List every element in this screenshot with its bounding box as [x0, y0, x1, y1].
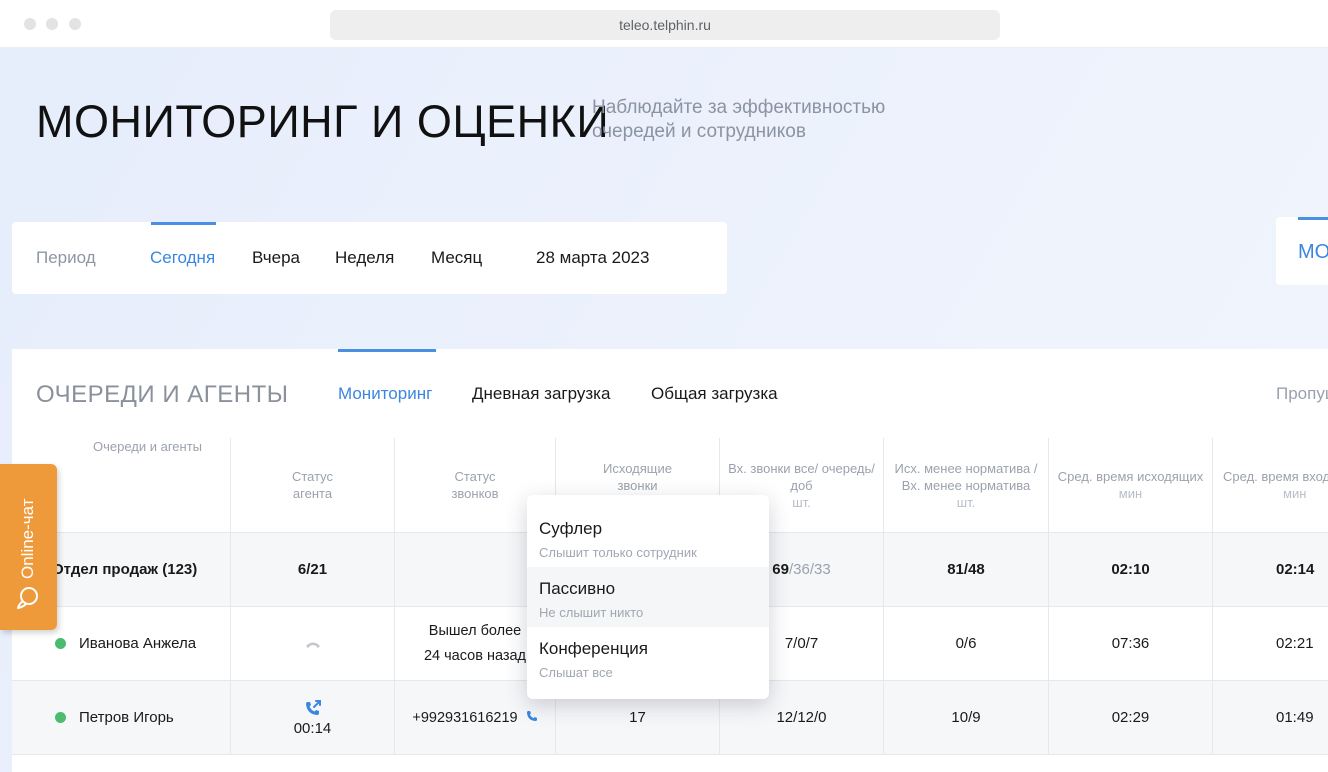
group-avg-out-cell: 02:10 [1049, 533, 1213, 607]
section-title: ОЧЕРЕДИ И АГЕНТЫ [36, 381, 289, 408]
table-row-agent-name[interactable]: Петров Игорь [12, 681, 231, 755]
option-description: Слышит только сотрудник [539, 545, 697, 560]
period-option-month[interactable]: Месяц [431, 248, 482, 268]
avg-in-value: 02:21 [1276, 635, 1314, 652]
active-tab-indicator [338, 349, 436, 352]
agent-status-cell [231, 607, 395, 681]
avg-in-value: 01:49 [1276, 709, 1314, 726]
period-option-today[interactable]: Сегодня [150, 248, 215, 268]
header-cell[interactable]: Исх. менее норматива / Вх. менее нормати… [884, 438, 1049, 533]
header-unit: мин [1283, 486, 1307, 501]
page-title: МОНИТОРИНГ И ОЦЕНКИ [36, 96, 610, 147]
online-status-dot [55, 638, 66, 649]
header-cell[interactable]: Сред. время вход мин [1213, 438, 1328, 533]
header-cell[interactable]: Сред. время исходящих мин [1049, 438, 1213, 533]
call-status-line: Вышел более [428, 622, 522, 639]
header-cell[interactable]: Статус агента [231, 438, 395, 533]
phone-small-icon[interactable] [526, 710, 538, 726]
call-duration: 00:14 [293, 720, 332, 737]
address-bar[interactable]: teleo.telphin.ru [330, 10, 1000, 40]
listen-mode-option-passive[interactable]: Пассивно Не слышит никто [527, 567, 769, 627]
subtitle-line: очередей и сотрудников [592, 121, 806, 142]
phone-outgoing-icon [303, 698, 323, 720]
header-label: Исходящие звонки [603, 461, 672, 493]
agent-status-cell: 00:14 [231, 681, 395, 755]
group-incoming-rest: /36/33 [788, 561, 831, 578]
period-date-picker[interactable]: 28 марта 2023 [536, 248, 649, 268]
tab-daily-load[interactable]: Дневная загрузка [472, 384, 610, 404]
avg-out-cell: 07:36 [1049, 607, 1213, 681]
below-norm-value: 10/9 [951, 709, 981, 726]
avg-in-cell: 02:21 [1213, 607, 1328, 681]
option-title: Суфлер [539, 519, 603, 538]
header-label: Сред. время вход [1223, 469, 1328, 484]
header-label: Статус агента [291, 469, 334, 501]
online-status-dot [55, 712, 66, 723]
incoming-value: 12/12/0 [776, 709, 827, 726]
listen-mode-option-conference[interactable]: Конференция Слышат все [527, 627, 769, 687]
header-unit: шт. [792, 494, 811, 510]
listen-mode-dropdown: Суфлер Слышит только сотрудник Пассивно … [527, 495, 769, 699]
period-selector: Период Сегодня Вчера Неделя Месяц 28 мар… [12, 222, 727, 294]
window-close-dot[interactable] [24, 18, 36, 30]
tab-monitoring[interactable]: Мониторинг [338, 384, 432, 404]
tab-total-load[interactable]: Общая загрузка [651, 384, 778, 404]
group-agent-status-cell: 6/21 [231, 533, 395, 607]
call-status-line: 24 часов назад [423, 647, 527, 664]
listen-mode-option-prompter[interactable]: Суфлер Слышит только сотрудник [527, 507, 769, 567]
avg-out-cell: 02:29 [1049, 681, 1213, 755]
window-minimize-dot[interactable] [46, 18, 58, 30]
below-norm-cell: 10/9 [884, 681, 1049, 755]
agent-name: Иванова Анжела [79, 635, 197, 652]
agent-name: Петров Игорь [79, 709, 174, 726]
missed-calls-link[interactable]: Пропущ [1276, 384, 1328, 404]
avg-out-value: 07:36 [1111, 635, 1150, 652]
header-label: Очереди и агенты [92, 439, 202, 454]
group-below-norm-cell: 81/48 [884, 533, 1049, 607]
caller-number: +992931616219 [412, 709, 518, 726]
group-name: Отдел продаж (123) [52, 561, 198, 578]
header-unit: мин [1118, 486, 1143, 501]
online-chat-label: Online-чат [18, 498, 37, 580]
below-norm-cell: 0/6 [884, 607, 1049, 681]
period-label: Период [36, 248, 96, 267]
period-option-yesterday[interactable]: Вчера [252, 248, 300, 268]
page-subtitle: Наблюдайте за эффективностью очередей и … [592, 96, 932, 144]
header-label: Вх. звонки все/ очередь/ доб [728, 460, 875, 493]
option-description: Слышат все [539, 665, 613, 680]
group-incoming-total: 69 [772, 561, 789, 578]
header-unit: шт. [956, 494, 976, 510]
group-agent-status: 6/21 [297, 561, 328, 578]
right-tab-card[interactable]: МО [1276, 217, 1328, 285]
group-avg-in-cell: 02:14 [1213, 533, 1328, 607]
option-description: Не слышит никто [539, 605, 644, 620]
window-maximize-dot[interactable] [69, 18, 81, 30]
active-period-indicator [151, 222, 216, 225]
group-below-norm: 81/48 [947, 561, 985, 578]
online-chat-button[interactable]: Online-чат [0, 464, 57, 630]
header-label: Исх. менее норматива / Вх. менее нормати… [894, 460, 1038, 493]
option-title: Конференция [539, 639, 648, 658]
group-avg-in: 02:14 [1276, 561, 1315, 578]
header-label: Статус звонков [451, 469, 499, 501]
avg-out-value: 02:29 [1111, 709, 1150, 726]
right-tab-label: МО [1298, 241, 1328, 263]
right-tab-indicator [1298, 217, 1328, 220]
period-option-week[interactable]: Неделя [335, 248, 394, 268]
outgoing-value: 17 [629, 709, 646, 726]
subtitle-line: Наблюдайте за эффективностью [592, 97, 886, 118]
phone-idle-icon [305, 637, 321, 654]
header-label: Сред. время исходящих [1057, 469, 1204, 484]
below-norm-value: 0/6 [955, 635, 977, 652]
chat-bubble-icon [14, 584, 42, 612]
option-title: Пассивно [539, 579, 616, 598]
avg-in-cell: 01:49 [1213, 681, 1328, 755]
incoming-value: 7/0/7 [784, 635, 819, 652]
browser-toolbar: teleo.telphin.ru [0, 0, 1328, 48]
group-avg-out: 02:10 [1111, 561, 1150, 578]
